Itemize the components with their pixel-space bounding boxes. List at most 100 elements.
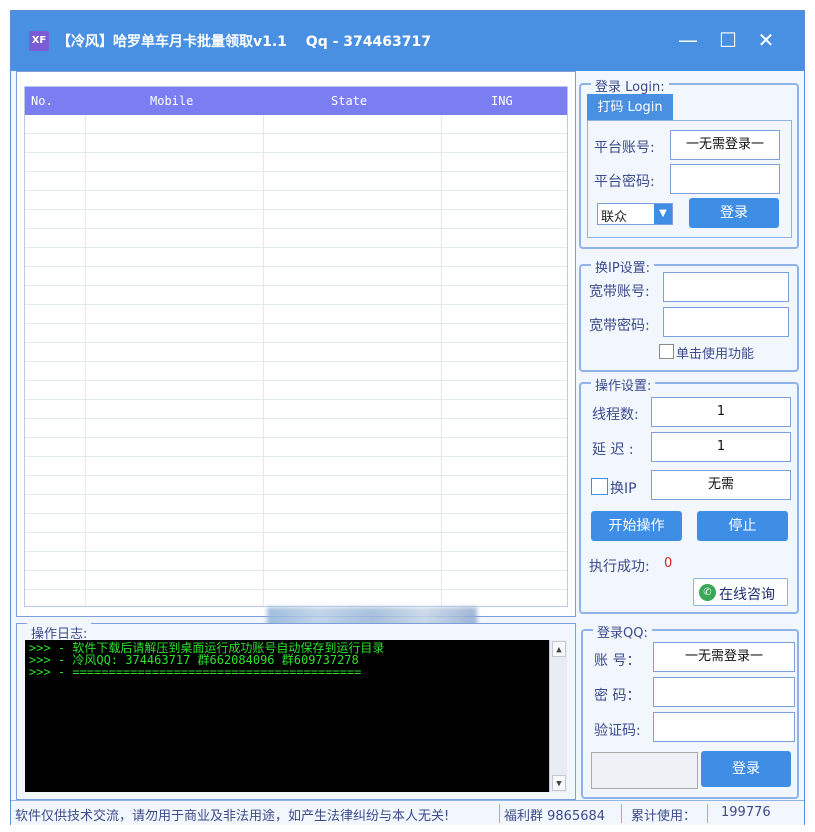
- table-row[interactable]: [25, 286, 567, 305]
- table-row[interactable]: [25, 571, 567, 590]
- table-row[interactable]: [25, 590, 567, 606]
- grid-column-divider: [263, 115, 264, 606]
- captcha-input[interactable]: [653, 712, 795, 742]
- column-ing[interactable]: ING: [491, 94, 513, 108]
- table-row[interactable]: [25, 533, 567, 552]
- table-row[interactable]: [25, 438, 567, 457]
- grid-column-divider: [85, 115, 86, 606]
- table-row[interactable]: [25, 362, 567, 381]
- grid-column-divider: [441, 115, 442, 606]
- online-consult-button[interactable]: ✆ 在线咨询: [693, 578, 788, 606]
- table-row[interactable]: [25, 400, 567, 419]
- captcha-label: 验证码:: [594, 723, 641, 739]
- disclaimer-text: 软件仅供技术交流，请勿用于商业及非法用途，如产生法律纠纷与本人无关!: [15, 809, 450, 824]
- table-row[interactable]: [25, 495, 567, 514]
- delay-input[interactable]: 1: [651, 432, 791, 462]
- qq-account-label: 账 号：: [594, 653, 641, 669]
- provider-select[interactable]: 联众 ▼: [597, 203, 673, 225]
- table-row[interactable]: [25, 115, 567, 134]
- total-usage-value: 199776: [721, 805, 771, 820]
- start-button[interactable]: 开始操作: [591, 511, 682, 541]
- table-row[interactable]: [25, 514, 567, 533]
- operation-settings-group: 操作设置: 线程数: 1 延 迟 : 1 换IP 无需 开始操作 停止 执行成功…: [579, 375, 799, 614]
- tab-captcha-login[interactable]: 打码 Login: [587, 94, 673, 121]
- main-window: XF 【冷风】哈罗单车月卡批量领取v1.1 Qq - 374463717 — ☐…: [10, 10, 805, 825]
- qq-login-group: 登录QQ: 账 号： 一无需登录一 密 码： 验证码: 登录: [581, 622, 799, 799]
- platform-password-input[interactable]: [670, 164, 780, 194]
- ip-settings-group: 换IP设置: 宽带账号: 宽带密码: 单击使用功能: [579, 257, 799, 372]
- qq-password-input[interactable]: [653, 677, 795, 707]
- platform-account-input[interactable]: 一无需登录一: [670, 130, 780, 160]
- qq-account-input[interactable]: 一无需登录一: [653, 642, 795, 672]
- stop-button[interactable]: 停止: [697, 511, 788, 541]
- log-panel: 操作日志: >>> - 软件下载后请解压到桌面运行成功账号自动保存到运行目录 >…: [16, 623, 576, 800]
- change-ip-label: 换IP: [610, 481, 637, 497]
- broadband-password-label: 宽带密码:: [589, 318, 650, 334]
- ip-settings-legend: 换IP设置:: [591, 257, 655, 276]
- status-bar: 软件仅供技术交流，请勿用于商业及非法用途，如产生法律纠纷与本人无关! 福利群 9…: [11, 800, 804, 825]
- table-row[interactable]: [25, 324, 567, 343]
- success-label: 执行成功:: [589, 559, 650, 575]
- broadband-password-input[interactable]: [663, 307, 789, 337]
- platform-login-button[interactable]: 登录: [689, 198, 779, 228]
- single-click-checkbox[interactable]: [659, 344, 674, 359]
- table-row[interactable]: [25, 419, 567, 438]
- minimize-button[interactable]: —: [671, 25, 705, 55]
- chevron-down-icon[interactable]: ▼: [654, 204, 672, 224]
- table-row[interactable]: [25, 210, 567, 229]
- app-icon: XF: [29, 31, 49, 51]
- provider-selected-value: 联众: [601, 210, 628, 225]
- qq-password-label: 密 码：: [594, 688, 641, 704]
- log-line: >>> - ==================================…: [29, 665, 362, 679]
- group-text: 福利群 9865684: [504, 809, 606, 824]
- login-legend: 登录 Login:: [591, 76, 669, 95]
- account-grid[interactable]: No. Mobile State ING: [24, 86, 568, 607]
- log-scrollbar[interactable]: ▲ ▼: [549, 640, 567, 792]
- table-row[interactable]: [25, 248, 567, 267]
- delay-label: 延 迟 :: [592, 442, 634, 458]
- status-divider: [499, 804, 500, 823]
- table-row[interactable]: [25, 191, 567, 210]
- close-button[interactable]: ✕: [749, 25, 783, 55]
- table-row[interactable]: [25, 343, 567, 362]
- maximize-button[interactable]: ☐: [711, 25, 745, 55]
- qq-login-button[interactable]: 登录: [701, 751, 791, 787]
- table-row[interactable]: [25, 552, 567, 571]
- broadband-account-input[interactable]: [663, 272, 789, 302]
- online-consult-label: 在线咨询: [719, 587, 775, 603]
- single-click-label: 单击使用功能: [676, 347, 755, 362]
- log-console[interactable]: >>> - 软件下载后请解压到桌面运行成功账号自动保存到运行目录 >>> - 冷…: [25, 640, 567, 792]
- account-grid-panel: No. Mobile State ING: [16, 71, 576, 673]
- table-row[interactable]: [25, 229, 567, 248]
- platform-account-label: 平台账号:: [594, 140, 655, 156]
- grid-header: No. Mobile State ING: [25, 87, 567, 115]
- column-no[interactable]: No.: [31, 94, 53, 108]
- threads-input[interactable]: 1: [651, 397, 791, 427]
- table-row[interactable]: [25, 457, 567, 476]
- operation-settings-legend: 操作设置:: [591, 375, 656, 394]
- threads-label: 线程数:: [592, 407, 639, 423]
- table-row[interactable]: [25, 134, 567, 153]
- change-ip-value[interactable]: 无需: [651, 470, 791, 500]
- table-row[interactable]: [25, 267, 567, 286]
- login-group: 登录 Login: 打码 Login 平台账号: 一无需登录一 平台密码: 联众…: [579, 76, 799, 249]
- success-count: 0: [664, 556, 673, 571]
- column-mobile[interactable]: Mobile: [150, 94, 193, 108]
- title-bar[interactable]: XF 【冷风】哈罗单车月卡批量领取v1.1 Qq - 374463717 — ☐…: [11, 11, 804, 71]
- table-row[interactable]: [25, 476, 567, 495]
- status-divider: [621, 804, 622, 823]
- table-row[interactable]: [25, 153, 567, 172]
- table-row[interactable]: [25, 172, 567, 191]
- change-ip-checkbox[interactable]: [591, 478, 608, 495]
- window-title: 【冷风】哈罗单车月卡批量领取v1.1 Qq - 374463717: [57, 34, 431, 50]
- scroll-down-arrow-icon[interactable]: ▼: [552, 775, 566, 791]
- table-row[interactable]: [25, 381, 567, 400]
- qq-login-legend: 登录QQ:: [593, 622, 652, 641]
- total-usage-label: 累计使用：: [631, 809, 697, 824]
- table-row[interactable]: [25, 305, 567, 324]
- column-state[interactable]: State: [331, 94, 367, 108]
- platform-password-label: 平台密码:: [594, 174, 655, 190]
- broadband-account-label: 宽带账号:: [589, 284, 650, 300]
- scroll-up-arrow-icon[interactable]: ▲: [552, 641, 566, 657]
- status-divider: [707, 804, 708, 823]
